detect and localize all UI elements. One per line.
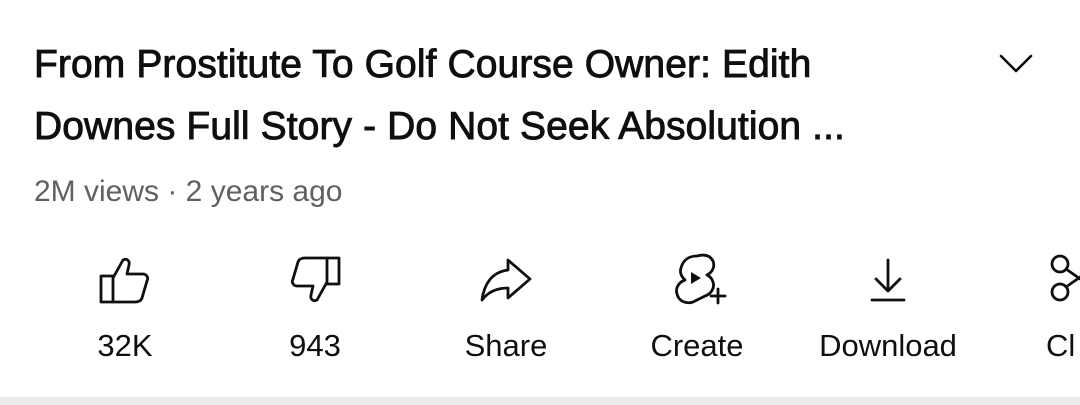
like-icon — [99, 257, 150, 304]
video-title-line-1: From Prostitute To Golf Course Owner: Ed… — [34, 43, 812, 87]
expand-description-button[interactable] — [988, 36, 1044, 92]
clip-label: Cl — [1046, 328, 1076, 363]
download-button[interactable]: Download — [808, 248, 968, 378]
download-icon — [870, 258, 906, 302]
action-bar: 32K 943 Share Create Download Cl — [0, 248, 1080, 378]
share-button[interactable]: Share — [456, 248, 556, 378]
share-label: Share — [464, 328, 548, 363]
dislike-icon — [290, 256, 341, 303]
like-button[interactable]: 32K — [75, 248, 175, 378]
download-label: Download — [819, 328, 957, 363]
dislike-button[interactable]: 943 — [265, 248, 365, 378]
share-icon — [480, 258, 532, 302]
clip-button[interactable]: Cl — [1046, 248, 1080, 378]
video-title-row[interactable]: From Prostitute To Golf Course Owner: Ed… — [34, 34, 1080, 164]
create-button[interactable]: Create — [637, 248, 757, 378]
video-meta: 2M views · 2 years ago — [34, 175, 343, 208]
chevron-down-icon — [999, 54, 1033, 73]
video-title[interactable]: From Prostitute To Golf Course Owner: Ed… — [34, 34, 964, 158]
clip-icon — [1050, 254, 1080, 302]
create-icon — [675, 253, 727, 305]
dislike-count: 943 — [289, 328, 341, 363]
video-title-line-2: Downes Full Story - Do Not Seek Absoluti… — [34, 105, 846, 149]
like-count: 32K — [97, 328, 153, 363]
section-divider — [0, 397, 1080, 405]
create-label: Create — [650, 328, 744, 363]
